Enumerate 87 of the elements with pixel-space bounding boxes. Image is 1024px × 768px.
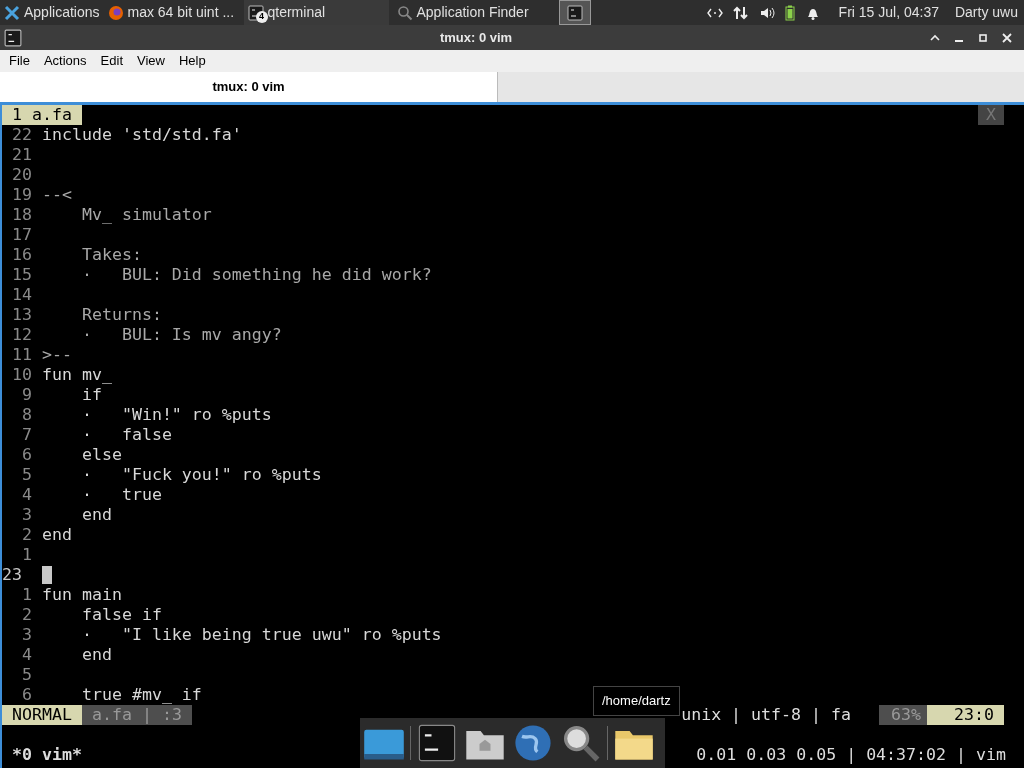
- menu-item[interactable]: File: [4, 51, 35, 71]
- code-line: · BUL: Is mv angy?: [80, 325, 282, 345]
- cursor-position: 23:0: [927, 705, 1004, 725]
- tmux-window[interactable]: *0 vim*: [2, 745, 82, 765]
- line-number: 19: [11, 185, 33, 205]
- network-icon[interactable]: [706, 7, 723, 18]
- line-number: 1: [21, 585, 33, 605]
- line-number: 21: [11, 145, 33, 165]
- line-number: 10: [11, 365, 33, 385]
- line-number: 17: [11, 225, 33, 245]
- line-number: 4: [21, 645, 33, 665]
- line-number: 20: [11, 165, 33, 185]
- line-number: 6: [21, 685, 33, 705]
- code-line: Mv_ simulator: [80, 205, 212, 225]
- line-number: 7: [21, 425, 33, 445]
- code-line: fun mv_: [42, 365, 112, 385]
- code-line: fun main: [42, 585, 122, 605]
- line-number: 2: [21, 605, 33, 625]
- code-line: · true: [80, 485, 162, 505]
- tooltip: /home/dartz: [593, 686, 680, 716]
- taskbar-item[interactable]: max 64 bit uint ...: [103, 0, 244, 25]
- line-number: 23: [2, 565, 23, 585]
- file-format: unix | utf-8 | fa: [681, 705, 852, 725]
- code-line: if: [80, 385, 102, 405]
- line-number: 3: [21, 505, 33, 525]
- vim-mode: NORMAL: [2, 705, 82, 725]
- line-number: 5: [21, 465, 33, 485]
- terminal-tab[interactable]: tmux: 0 vim: [0, 72, 498, 102]
- code-line: end: [80, 505, 112, 525]
- text-cursor: [42, 566, 52, 584]
- menu-item[interactable]: Edit: [95, 51, 128, 71]
- code-line: · BUL: Did something he did work?: [80, 265, 432, 285]
- taskbar-item[interactable]: Application Finder: [388, 0, 559, 25]
- line-number: 3: [21, 625, 33, 645]
- line-number: 8: [21, 405, 33, 425]
- battery-icon[interactable]: [784, 4, 795, 21]
- line-number: 4: [21, 485, 33, 505]
- line-number: 14: [11, 285, 33, 305]
- user-name[interactable]: Darty uwu: [954, 2, 1018, 23]
- tmux-status: 0.01 0.03 0.05 | 04:37:02 | vim: [696, 745, 1007, 765]
- menu-item[interactable]: Help: [173, 51, 211, 71]
- line-number: 6: [21, 445, 33, 465]
- line-number: 9: [21, 385, 33, 405]
- menu-item[interactable]: View: [132, 51, 170, 71]
- terminal-icon: [247, 4, 264, 21]
- fox-icon: [107, 4, 124, 21]
- scroll-percent: 63%: [879, 705, 927, 725]
- code-line: >--: [42, 345, 72, 365]
- code-line: · "Fuck you!" ro %puts: [80, 465, 322, 485]
- window-title: tmux: 0 vim: [438, 28, 514, 47]
- line-number: 18: [11, 205, 33, 225]
- line-number: 15: [11, 265, 33, 285]
- code-line: end: [42, 525, 72, 545]
- search-icon: [396, 4, 413, 21]
- line-number: 11: [11, 345, 33, 365]
- code-line: Returns:: [80, 305, 162, 325]
- taskbar-item[interactable]: [558, 0, 591, 25]
- menu-item[interactable]: Actions: [38, 51, 92, 71]
- code-line: · "Win!" ro %puts: [80, 405, 272, 425]
- close-icon[interactable]: [1002, 32, 1012, 43]
- line-number: 16: [11, 245, 33, 265]
- code-line: --<: [42, 185, 72, 205]
- maximize-icon[interactable]: [978, 32, 988, 43]
- terminal-icon: [566, 4, 583, 21]
- code-line: · false: [80, 425, 172, 445]
- code-line: include 'std/std.fa': [42, 125, 242, 145]
- line-number: 12: [11, 325, 33, 345]
- code-line: end: [80, 645, 112, 665]
- line-number: 1: [21, 545, 33, 565]
- clock[interactable]: Fri 15 Jul, 04:37: [838, 2, 939, 23]
- terminal-icon: [4, 28, 22, 47]
- x-logo-icon: [4, 4, 20, 21]
- shade-icon[interactable]: [930, 32, 940, 43]
- line-number: 13: [11, 305, 33, 325]
- taskbar-item[interactable]: Applications: [0, 0, 104, 25]
- buffer-tab[interactable]: 1 a.fa: [2, 105, 82, 125]
- line-number: 5: [21, 665, 33, 685]
- line-number: 22: [11, 125, 33, 145]
- taskbar-item[interactable]: 4 qterminal: [243, 0, 389, 25]
- code-line: · "I like being true uwu" ro %puts: [80, 625, 442, 645]
- code-line: false if: [80, 605, 162, 625]
- transfer-icon[interactable]: [732, 4, 749, 21]
- code-line: else: [80, 445, 122, 465]
- line-number: 2: [21, 525, 33, 545]
- code-line: true #mv_ if: [80, 685, 202, 705]
- code-line: Takes:: [80, 245, 142, 265]
- file-info: a.fa | :3: [81, 705, 192, 725]
